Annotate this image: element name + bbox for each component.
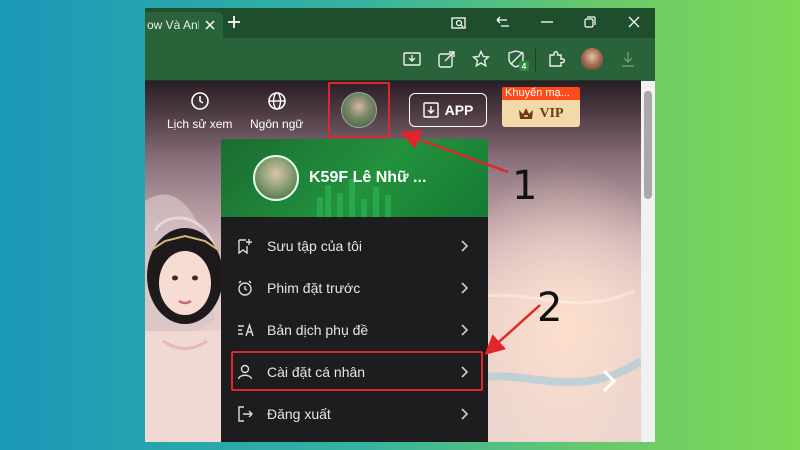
step-1-label: 1: [512, 163, 538, 209]
annotation-arrows: [399, 129, 541, 356]
arrow-step-1: [399, 129, 509, 174]
arrow-step-2: [484, 304, 541, 356]
step-2-label: 2: [537, 285, 563, 331]
